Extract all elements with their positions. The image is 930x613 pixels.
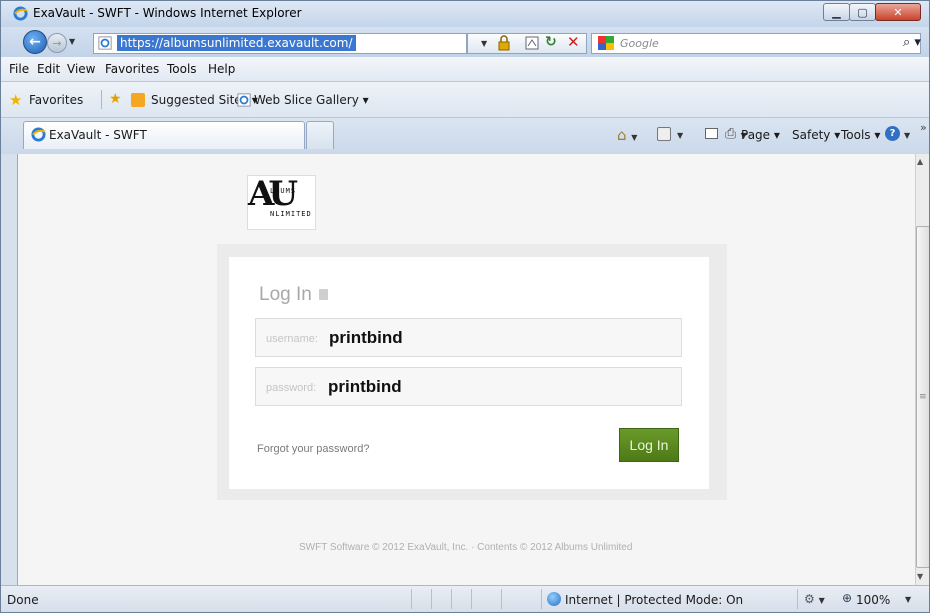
footer-copyright: SWFT Software © 2012 ExaVault, Inc. · Co… [299,542,633,553]
add-to-favorites-bar-icon[interactable]: ★ [109,91,122,107]
help-icon[interactable]: ? [885,126,900,141]
status-separator [471,589,472,609]
google-provider-icon [598,36,614,50]
menu-file[interactable]: File [9,62,29,76]
status-separator [411,589,412,609]
ie-page-icon [98,36,112,50]
browser-window: ExaVault - SWFT - Windows Internet Explo… [0,0,930,613]
suggested-sites-icon [131,93,145,107]
page-menu[interactable]: Page ▾ [741,128,780,142]
tab-label[interactable]: ExaVault - SWFT [49,128,147,142]
address-url[interactable]: https://albumsunlimited.exavault.com/ [117,35,356,51]
status-separator [501,589,502,609]
refresh-icon[interactable]: ↻ [545,34,557,50]
forgot-password-link[interactable]: Forgot your password? [257,443,370,455]
menu-edit[interactable]: Edit [37,62,60,76]
logo-line-unlimited: NLIMITED [270,210,312,218]
feeds-icon[interactable] [657,127,671,141]
ie-icon [13,6,28,21]
password-field[interactable] [255,367,682,406]
zoom-icon[interactable]: ⊕ [842,591,852,605]
menu-view[interactable]: View [67,62,95,76]
close-button[interactable]: ✕ [875,3,921,21]
feeds-dropdown-icon[interactable]: ▼ [677,131,683,140]
forward-button[interactable]: → [47,33,67,53]
more-commands-icon[interactable]: » [920,121,927,134]
new-tab-button[interactable] [306,121,334,149]
read-mail-icon[interactable] [705,128,718,139]
password-value[interactable]: printbind [328,377,402,397]
stop-icon[interactable]: ✕ [567,33,580,51]
search-placeholder: Google [620,37,659,50]
username-field[interactable] [255,318,682,357]
left-frame [1,154,17,585]
password-label: password: [266,382,317,394]
web-slice-gallery-button[interactable]: Web Slice Gallery ▾ [254,93,369,107]
username-label: username: [266,333,318,345]
search-icon[interactable]: ⌕ ▾ [903,35,921,50]
status-separator [541,589,542,609]
status-separator [431,589,432,609]
security-lock-icon[interactable] [498,35,510,51]
zoom-dropdown-icon[interactable]: ▼ [905,595,911,604]
status-separator [451,589,452,609]
scroll-up-arrow-icon[interactable]: ▲ [917,157,923,166]
logo-line-albums: LBUMS [270,187,297,195]
address-dropdown-icon[interactable]: ▼ [481,39,487,48]
scroll-down-arrow-icon[interactable]: ▼ [917,572,923,581]
window-title: ExaVault - SWFT - Windows Internet Explo… [33,6,302,20]
back-button[interactable]: ← [23,30,47,54]
lock-icon [319,289,328,300]
minimize-button[interactable]: ▁ [823,3,850,21]
status-separator [797,589,798,609]
username-value[interactable]: printbind [329,328,403,348]
maximize-button[interactable]: ▢ [849,3,876,21]
favorites-button[interactable]: Favorites [29,93,83,107]
recent-pages-dropdown-icon[interactable]: ▼ [69,37,75,46]
favorites-separator [101,90,102,109]
login-heading: Log In [259,284,312,305]
status-text: Done [7,593,39,607]
menu-favorites[interactable]: Favorites [105,62,159,76]
safety-menu[interactable]: Safety ▾ [792,128,840,142]
internet-zone-globe-icon [547,592,561,606]
scroll-grip-icon: ≡ [919,392,927,402]
menu-tools[interactable]: Tools [167,62,197,76]
web-slice-icon [237,93,251,107]
security-zone-text[interactable]: Internet | Protected Mode: On [565,593,743,607]
zoom-level[interactable]: 100% [856,593,890,607]
favorites-star-icon[interactable]: ★ [9,91,22,109]
login-button[interactable]: Log In [619,428,679,462]
ie-tab-icon [31,127,46,142]
menu-help[interactable]: Help [208,62,235,76]
home-icon[interactable]: ⌂ ▼ [617,126,637,144]
status-bar [1,585,929,612]
protected-mode-icon[interactable]: ⚙ ▼ [804,592,825,606]
help-dropdown-icon[interactable]: ▼ [904,131,910,140]
tools-menu[interactable]: Tools ▾ [841,128,880,142]
compatibility-view-icon[interactable] [525,36,539,50]
